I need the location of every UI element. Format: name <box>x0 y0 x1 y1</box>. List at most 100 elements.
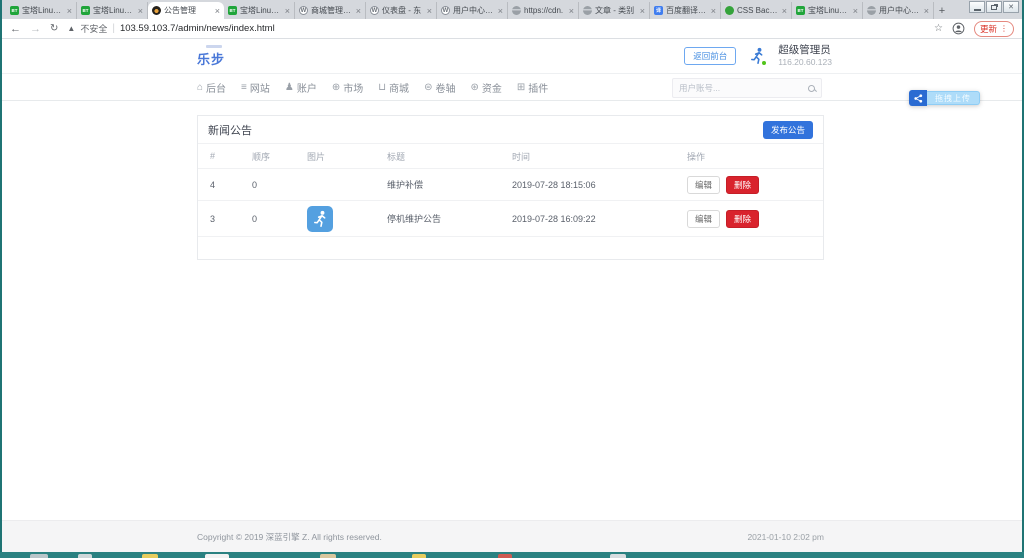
tab-title: https://cdn. <box>524 6 566 15</box>
tab-close-icon[interactable]: × <box>138 6 143 16</box>
user-search-input[interactable] <box>679 83 808 93</box>
reload-icon[interactable]: ↻ <box>50 23 58 34</box>
profile-icon[interactable] <box>952 22 965 35</box>
column-header: 标题 <box>375 150 500 163</box>
nav-item-site[interactable]: ≡网站 <box>241 80 270 95</box>
menu-dots-icon: ⋮ <box>1000 24 1008 33</box>
browser-tab[interactable]: W用户中心-东× <box>437 2 508 19</box>
user-avatar[interactable] <box>747 46 767 66</box>
column-header: 操作 <box>675 150 805 163</box>
nav-item-scroll[interactable]: ⊜卷轴 <box>424 80 455 95</box>
table-row: 30停机维护公告2019-07-28 16:09:22编辑删除 <box>198 201 823 237</box>
nav-item-funds[interactable]: ⊛资金 <box>470 80 501 95</box>
not-secure-warning-icon[interactable]: ▲ <box>67 24 75 33</box>
globe-favicon-icon <box>512 6 521 15</box>
taskbar-item[interactable] <box>142 554 158 558</box>
browser-tab[interactable]: BT宝塔Linux面× <box>77 2 148 19</box>
close-icon: ✕ <box>1008 4 1014 11</box>
nav-item-backend[interactable]: ⌂后台 <box>197 80 226 95</box>
tab-title: 用户中心-东 <box>453 5 495 16</box>
tab-close-icon[interactable]: × <box>711 6 716 16</box>
delete-button[interactable]: 删除 <box>726 176 759 194</box>
netdisk-float-widget[interactable]: 拖拽上传 <box>909 90 980 106</box>
browser-tab[interactable]: BT宝塔Linux面× <box>6 2 77 19</box>
nav-item-label: 网站 <box>250 80 270 95</box>
tab-close-icon[interactable]: × <box>853 6 858 16</box>
css-favicon-icon <box>725 6 734 15</box>
users-icon: ♟ <box>285 82 294 93</box>
browser-tab[interactable]: W仪表盘 - 东× <box>366 2 437 19</box>
tab-title: 仪表盘 - 东 <box>382 5 424 16</box>
row-actions: 编辑删除 <box>675 176 805 194</box>
netdisk-action-button[interactable]: 拖拽上传 <box>927 91 980 105</box>
tab-title: 商城管理 - 3 <box>311 5 353 16</box>
tab-close-icon[interactable]: × <box>569 6 574 16</box>
row-id: 4 <box>198 180 240 190</box>
tab-title: 百度翻译-20 <box>666 5 708 16</box>
tab-close-icon[interactable]: × <box>215 6 220 16</box>
tab-close-icon[interactable]: × <box>924 6 929 16</box>
chrome-update-button[interactable]: 更新 ⋮ <box>974 21 1014 37</box>
nav-item-market[interactable]: ⊕市场 <box>332 80 363 95</box>
taskbar-item[interactable] <box>412 554 426 558</box>
netdisk-logo-icon <box>909 90 927 106</box>
browser-tab[interactable]: BT宝塔Linux面× <box>224 2 295 19</box>
bookmark-star-icon[interactable]: ☆ <box>934 23 943 34</box>
back-icon[interactable]: ← <box>10 23 21 35</box>
taskbar-item[interactable] <box>30 554 48 558</box>
tab-close-icon[interactable]: × <box>498 6 503 16</box>
tab-close-icon[interactable]: × <box>356 6 361 16</box>
taskbar-item[interactable] <box>205 554 229 558</box>
table-body: 40维护补偿2019-07-28 18:15:06编辑删除30停机维护公告201… <box>198 169 823 237</box>
nav-item-plugins[interactable]: ⊞插件 <box>517 80 548 95</box>
browser-tab[interactable]: 文章 - 类别× <box>579 2 650 19</box>
tab-close-icon[interactable]: × <box>67 6 72 16</box>
tab-close-icon[interactable]: × <box>782 6 787 16</box>
tab-close-icon[interactable]: × <box>640 6 645 16</box>
card-bottom-padding <box>198 237 823 259</box>
browser-tab[interactable]: 译百度翻译-20× <box>650 2 721 19</box>
restore-button[interactable] <box>986 1 1002 13</box>
back-to-frontend-button[interactable]: 返回前台 <box>684 47 736 65</box>
close-button[interactable]: ✕ <box>1003 1 1019 13</box>
tab-close-icon[interactable]: × <box>427 6 432 16</box>
nav-item-label: 市场 <box>343 80 363 95</box>
omnibox[interactable]: ▲ 不安全 | 103.59.103.7/admin/news/index.ht… <box>67 22 925 35</box>
edit-button[interactable]: 编辑 <box>687 210 720 228</box>
user-name: 超级管理员 <box>778 44 832 57</box>
browser-tab[interactable]: W商城管理 - 3× <box>295 2 366 19</box>
tab-title: 公告管理 <box>164 5 212 16</box>
browser-tab[interactable]: https://cdn.× <box>508 2 579 19</box>
taskbar-item[interactable] <box>610 554 626 558</box>
nav-item-accounts[interactable]: ♟账户 <box>285 80 317 95</box>
site-footer: Copyright © 2019 深蓝引擎 Z. All rights rese… <box>2 520 1022 552</box>
logo-text: 乐步 <box>197 49 225 68</box>
forward-icon[interactable]: → <box>30 23 41 35</box>
wp-favicon-icon: W <box>370 6 379 15</box>
site-logo[interactable]: 乐步 <box>197 45 225 68</box>
tab-title: 用户中心 - 1 <box>879 5 921 16</box>
taskbar-item[interactable] <box>78 554 92 558</box>
browser-tab[interactable]: CSS Backgr× <box>721 2 792 19</box>
globe-favicon-icon <box>867 6 876 15</box>
browser-tab[interactable]: 公告管理× <box>148 2 224 19</box>
browser-tab[interactable]: 用户中心 - 1× <box>863 2 934 19</box>
taskbar-item[interactable] <box>498 554 512 558</box>
publish-announcement-button[interactable]: 发布公告 <box>763 121 813 139</box>
bt-favicon-icon: BT <box>796 6 805 15</box>
restore-icon <box>991 5 997 10</box>
tab-close-icon[interactable]: × <box>285 6 290 16</box>
nav-item-label: 资金 <box>482 80 502 95</box>
search-icon[interactable] <box>808 85 815 92</box>
delete-button[interactable]: 删除 <box>726 210 759 228</box>
nav-item-mall[interactable]: ⊔商城 <box>378 80 409 95</box>
edit-button[interactable]: 编辑 <box>687 176 720 194</box>
taskbar-item[interactable] <box>320 554 336 558</box>
minimize-button[interactable] <box>969 1 985 13</box>
table-header-row: #顺序图片标题时间操作 <box>198 144 823 169</box>
browser-tab[interactable]: BT宝塔Linux面× <box>792 2 863 19</box>
new-tab-button[interactable]: + <box>934 3 950 19</box>
column-header: 顺序 <box>240 150 295 163</box>
page-title: 新闻公告 <box>208 122 252 138</box>
scroll-icon: ⊜ <box>424 82 432 93</box>
